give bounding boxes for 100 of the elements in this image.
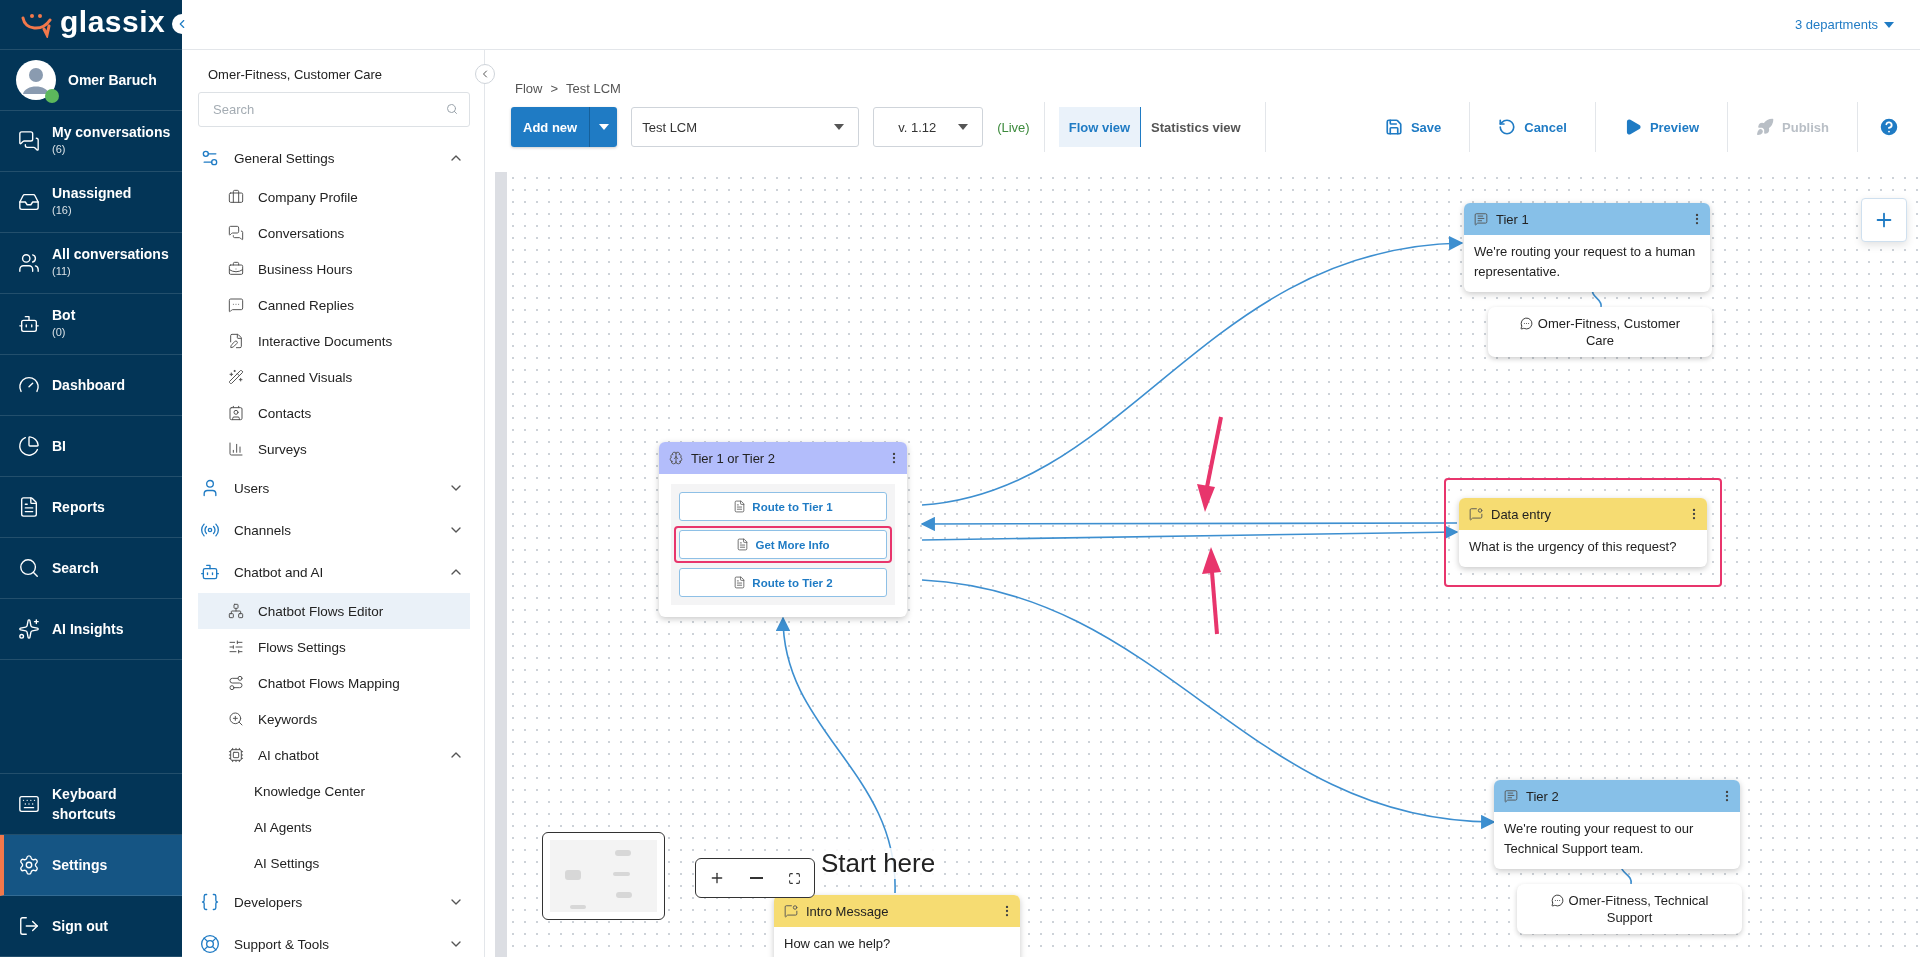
nav-item[interactable]: Search <box>0 538 182 599</box>
cancel-button[interactable]: Cancel <box>1490 114 1575 140</box>
route-option-button[interactable]: Route to Tier 2 <box>679 568 887 597</box>
view-tab[interactable]: Statistics view <box>1141 107 1251 147</box>
node-type-icon <box>784 904 798 918</box>
settings-section[interactable]: General Settings <box>198 137 470 179</box>
nav-item[interactable]: Settings <box>0 835 182 896</box>
assignee-name: Omer-Fitness, Technical Support <box>1568 893 1709 925</box>
nav-icon <box>18 313 40 335</box>
departments-dropdown[interactable]: 3 departments <box>1792 15 1896 34</box>
item-icon <box>228 369 244 385</box>
item-icon <box>228 405 244 421</box>
document-icon <box>736 538 750 551</box>
menu-item[interactable]: Contacts <box>198 395 470 431</box>
settings-section[interactable]: Developers <box>198 881 470 923</box>
menu-item[interactable]: Company Profile <box>198 179 470 215</box>
nav-icon <box>18 915 40 937</box>
chat-icon <box>1519 317 1533 330</box>
route-option-button[interactable]: Route to Tier 1 <box>679 492 887 521</box>
add-node-button[interactable] <box>1861 198 1907 242</box>
item-icon <box>228 675 244 691</box>
menu-item[interactable]: Chatbot Flows Mapping <box>198 665 470 701</box>
nav-item[interactable]: Dashboard <box>0 355 182 416</box>
menu-item[interactable]: Interactive Documents <box>198 323 470 359</box>
panel-title: Omer-Fitness, Customer Care <box>207 67 384 82</box>
settings-section[interactable]: Support & Tools <box>198 923 470 957</box>
settings-section[interactable]: Users <box>198 467 470 509</box>
nav-label: Unassigned <box>52 185 132 202</box>
search-icon <box>446 103 458 115</box>
nav-icon <box>18 252 40 274</box>
flow-node[interactable]: Data entry What is the urgency of this request? <box>1459 498 1707 567</box>
status-label: (Live) <box>997 119 1030 135</box>
nav-icon <box>18 435 40 457</box>
node-type-icon <box>1504 789 1518 803</box>
nav-label: My conversations <box>52 124 171 141</box>
nav-item[interactable]: Sign out <box>0 896 182 957</box>
route-option-button[interactable]: Get More Info <box>679 530 887 559</box>
caret-icon <box>834 124 845 130</box>
nav-label: Bot <box>52 307 76 324</box>
flow-select[interactable]: Test LCM <box>631 107 860 147</box>
nav-item[interactable]: BI <box>0 416 182 477</box>
menu-item[interactable]: Conversations <box>198 215 470 251</box>
item-icon <box>228 639 244 655</box>
menu-item[interactable]: AI Settings <box>198 845 470 881</box>
user-name: Omer Baruch <box>68 72 157 88</box>
settings-section[interactable]: Chatbot and AI <box>198 551 470 593</box>
nav-item[interactable]: Reports <box>0 477 182 538</box>
nav-icon <box>18 618 40 640</box>
node-message: What is the urgency of this request? <box>1468 538 1678 556</box>
section-icon <box>200 562 220 582</box>
flow-node[interactable]: Tier 1 We're routing your request to a human representative. <box>1464 203 1710 292</box>
menu-item[interactable]: AI chatbot <box>198 737 470 773</box>
add-new-button[interactable]: Add new <box>511 107 590 147</box>
nav-label: Sign out <box>52 917 109 936</box>
nav-icon <box>18 793 40 815</box>
breadcrumb-separator: > <box>550 81 559 96</box>
assignee-node[interactable]: Omer-Fitness, Customer Care <box>1488 307 1712 357</box>
section-icon <box>200 892 220 912</box>
nav-icon <box>18 854 40 876</box>
add-options-button[interactable] <box>589 107 618 147</box>
nav-icon <box>18 130 40 152</box>
breadcrumb-item[interactable]: Flow <box>515 81 543 96</box>
node-type-icon <box>1474 212 1488 226</box>
menu-item[interactable]: Keywords <box>198 701 470 737</box>
node-message: We're routing your request to our Technical Support team. <box>1503 820 1695 858</box>
flow-node[interactable]: Intro Message How can we help? <box>774 895 1020 957</box>
nav-icon <box>18 191 40 213</box>
version-select[interactable]: v. 1.12 <box>873 107 984 147</box>
minimap[interactable] <box>542 832 665 920</box>
flow-node[interactable]: Tier 1 or Tier 2 Route to Tier 1 Get More Info Route to Tier 2 <box>659 442 907 617</box>
menu-item[interactable]: Flows Settings <box>198 629 470 665</box>
menu-item[interactable]: Surveys <box>198 431 470 467</box>
nav-item[interactable]: My conversations (6) <box>0 111 182 172</box>
save-button[interactable]: Save <box>1376 114 1450 140</box>
assignee-node[interactable]: Omer-Fitness, Technical Support <box>1517 884 1742 934</box>
nav-item[interactable]: Unassigned (16) <box>0 172 182 233</box>
save-icon <box>1384 118 1403 136</box>
help-icon[interactable] <box>1878 116 1900 138</box>
menu-item[interactable]: Canned Visuals <box>198 359 470 395</box>
item-icon <box>228 603 244 619</box>
menu-item[interactable]: Canned Replies <box>198 287 470 323</box>
nav-item[interactable]: Bot (0) <box>0 294 182 355</box>
preview-button[interactable]: Preview <box>1615 114 1708 140</box>
document-icon <box>733 576 747 589</box>
flow-node[interactable]: Tier 2 We're routing your request to our Technical Support team. <box>1494 780 1740 869</box>
nav-item[interactable]: AI Insights <box>0 599 182 660</box>
menu-item[interactable]: AI Agents <box>198 809 470 845</box>
nav-item[interactable]: All conversations (11) <box>0 233 182 294</box>
nav-label: Reports <box>52 498 105 516</box>
view-tab[interactable]: Flow view <box>1058 107 1142 147</box>
node-title: Data entry <box>1491 506 1552 522</box>
node-title: Tier 1 <box>1496 211 1530 227</box>
search-field[interactable]: Search <box>198 92 470 127</box>
menu-item[interactable]: Knowledge Center <box>198 773 470 809</box>
menu-item[interactable]: Chatbot Flows Editor <box>198 593 470 629</box>
settings-section[interactable]: Channels <box>198 509 470 551</box>
nav-label: AI Insights <box>52 620 124 638</box>
menu-item[interactable]: Business Hours <box>198 251 470 287</box>
node-message: How can we help? <box>783 935 892 953</box>
item-icon <box>228 189 244 205</box>
